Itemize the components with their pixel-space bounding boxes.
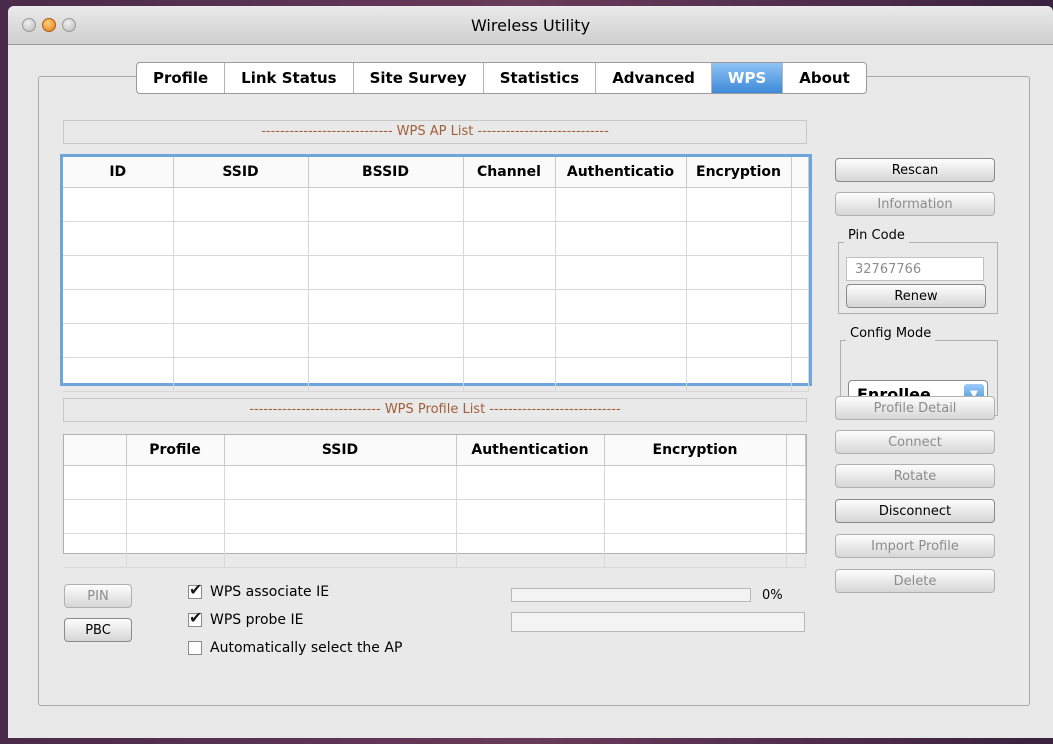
window-title: Wireless Utility — [470, 16, 591, 35]
import-profile-button[interactable]: Import Profile — [835, 534, 995, 558]
table-row[interactable] — [63, 323, 809, 358]
title-bar: Wireless Utility — [8, 6, 1053, 45]
wireless-utility-window: Wireless Utility Profile Link Status Sit… — [8, 6, 1053, 738]
rescan-button[interactable]: Rescan — [835, 158, 995, 182]
wps-associate-ie-option[interactable]: WPS associate IE — [188, 580, 330, 600]
tab-statistics[interactable]: Statistics — [484, 63, 597, 93]
ap-list-header: ---------------------------- WPS AP List… — [63, 120, 807, 144]
profile-col-ssid[interactable]: SSID — [224, 435, 457, 466]
table-row[interactable] — [63, 221, 809, 256]
ap-col-channel[interactable]: Channel — [463, 157, 556, 188]
ap-col-spacer — [791, 157, 809, 188]
wps-associate-ie-checkbox[interactable] — [188, 580, 202, 599]
auto-select-ap-label: Automatically select the AP — [210, 640, 403, 656]
wps-probe-ie-option[interactable]: WPS probe IE — [188, 608, 304, 628]
config-mode-label: Config Mode — [846, 326, 936, 341]
pin-code-label: Pin Code — [844, 228, 909, 243]
ap-list-table[interactable]: ID SSID BSSID Channel Authenticatio Encr… — [60, 154, 812, 392]
profile-col-spacer — [786, 435, 806, 466]
tab-bar: Profile Link Status Site Survey Statisti… — [136, 62, 867, 94]
profile-list-header: ---------------------------- WPS Profile… — [63, 398, 807, 422]
ap-col-ssid[interactable]: SSID — [173, 157, 309, 188]
table-row[interactable] — [64, 465, 806, 500]
wps-probe-ie-label: WPS probe IE — [210, 612, 304, 628]
disconnect-button[interactable]: Disconnect — [835, 499, 995, 523]
profile-col-blank[interactable] — [64, 435, 127, 466]
table-row[interactable] — [63, 357, 809, 392]
auto-select-ap-option[interactable]: Automatically select the AP — [188, 640, 402, 656]
table-row[interactable] — [63, 289, 809, 324]
ap-col-bssid[interactable]: BSSID — [308, 157, 464, 188]
tab-profile[interactable]: Profile — [137, 63, 226, 93]
pin-button[interactable]: PIN — [64, 584, 132, 608]
wps-associate-ie-label: WPS associate IE — [210, 584, 330, 600]
pbc-button[interactable]: PBC — [64, 618, 132, 642]
profile-detail-button[interactable]: Profile Detail — [835, 396, 995, 420]
wps-probe-ie-checkbox[interactable] — [188, 608, 202, 627]
table-row[interactable] — [64, 499, 806, 534]
wps-progress-bar — [511, 588, 751, 602]
auto-select-ap-checkbox[interactable] — [188, 641, 202, 655]
status-field — [511, 612, 805, 632]
tab-wps[interactable]: WPS — [711, 63, 784, 93]
profile-list-table[interactable]: Profile SSID Authentication Encryption — [63, 434, 807, 568]
profile-col-authentication[interactable]: Authentication — [456, 435, 605, 466]
tab-about[interactable]: About — [783, 63, 866, 93]
ap-col-encryption[interactable]: Encryption — [686, 157, 792, 188]
delete-button[interactable]: Delete — [835, 569, 995, 593]
tab-advanced[interactable]: Advanced — [596, 63, 712, 93]
profile-col-encryption[interactable]: Encryption — [604, 435, 787, 466]
ap-col-authentication[interactable]: Authenticatio — [555, 157, 687, 188]
profile-col-profile[interactable]: Profile — [126, 435, 225, 466]
progress-percent: 0% — [762, 588, 783, 603]
tab-link-status[interactable]: Link Status — [225, 63, 354, 93]
information-button[interactable]: Information — [835, 192, 995, 216]
rotate-button[interactable]: Rotate — [835, 464, 995, 488]
renew-button[interactable]: Renew — [846, 284, 986, 308]
connect-button[interactable]: Connect — [835, 430, 995, 454]
table-row[interactable] — [63, 187, 809, 222]
ap-col-id[interactable]: ID — [63, 157, 174, 188]
table-row[interactable] — [63, 255, 809, 290]
tab-site-survey[interactable]: Site Survey — [354, 63, 484, 93]
pin-code-field[interactable]: 32767766 — [846, 257, 984, 281]
table-row[interactable] — [64, 533, 806, 568]
